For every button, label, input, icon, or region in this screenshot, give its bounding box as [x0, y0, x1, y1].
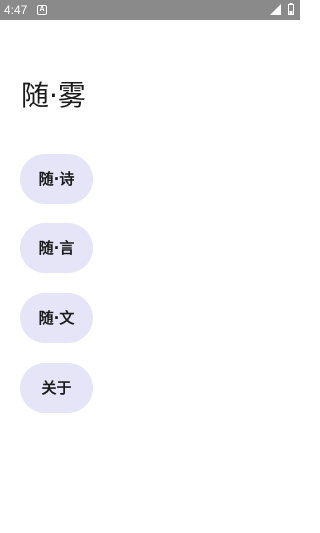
status-bar: 4:47 A	[0, 0, 300, 20]
signal-icon	[270, 4, 281, 15]
poem-button[interactable]: 随·诗	[20, 154, 93, 204]
notification-a-icon: A	[37, 5, 47, 15]
about-button[interactable]: 关于	[20, 363, 93, 413]
status-time: 4:47	[4, 3, 28, 17]
battery-icon	[288, 3, 294, 15]
app-title: 随·雾	[21, 79, 86, 112]
article-button[interactable]: 随·文	[20, 293, 93, 343]
app-screen: 4:47 A 随·雾 随·诗 随·言 随·文 关于	[0, 0, 300, 533]
quote-button[interactable]: 随·言	[20, 223, 93, 273]
